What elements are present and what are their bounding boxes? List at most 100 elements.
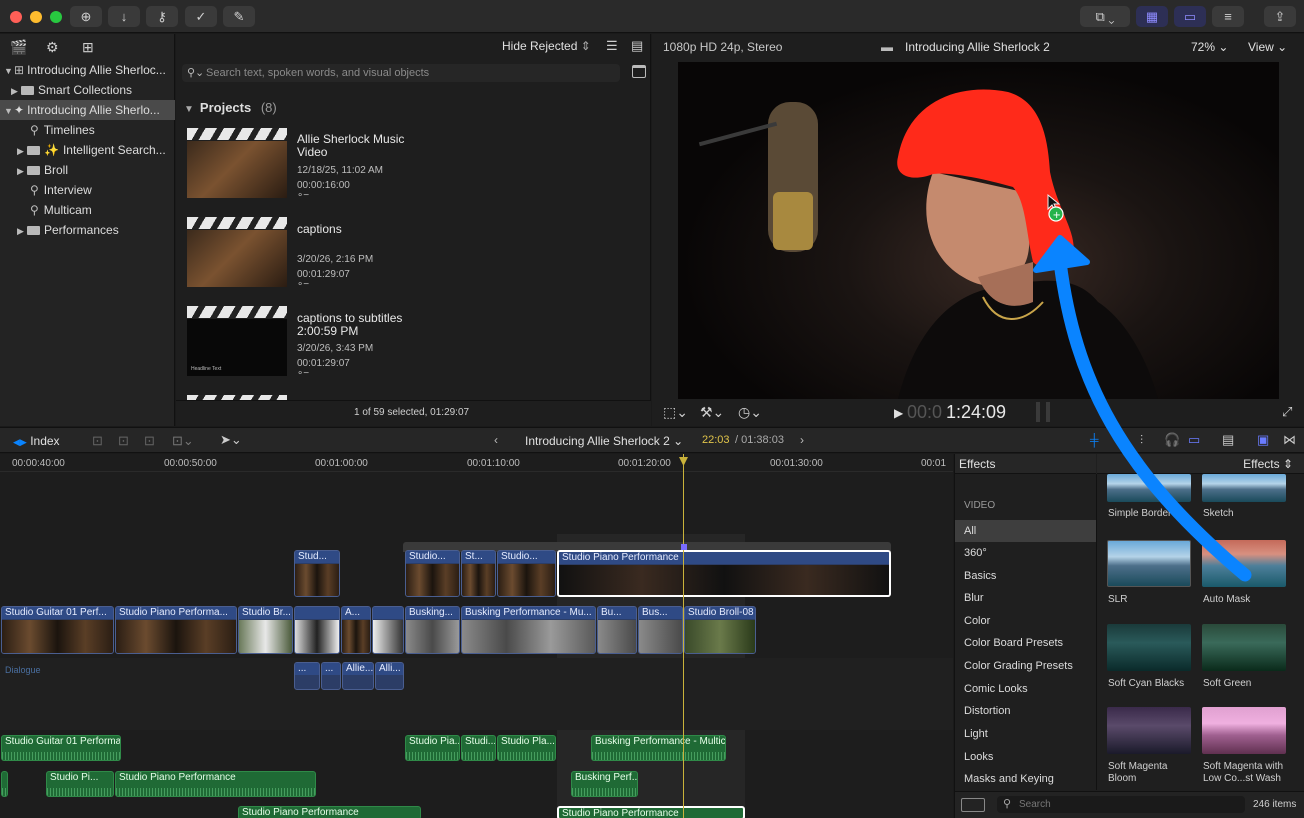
connected-clip[interactable]: Studio... <box>405 550 460 597</box>
dialogue-clip[interactable]: Allie... <box>342 662 374 690</box>
disclosure-closed-icon[interactable]: ▶ <box>17 141 27 160</box>
snapping-button[interactable]: ╪ <box>1090 433 1099 447</box>
transitions-browser-button[interactable]: ⋈ <box>1283 432 1296 448</box>
sidebar-item-multicam[interactable]: ⚲ Multicam <box>0 200 175 220</box>
select-tool-button[interactable]: ➤⌄ <box>220 432 242 448</box>
audio-clip[interactable]: Studio Piano Performance <box>238 806 421 818</box>
effect-tile[interactable]: Soft Magenta Bloom <box>1107 707 1191 787</box>
disclosure-open-icon[interactable]: ▼ <box>4 101 14 120</box>
workspace-menu-button[interactable]: ⧉ ⌄ <box>1080 6 1130 27</box>
download-button[interactable]: ↓ <box>108 6 140 27</box>
keyword-button[interactable]: ⚷ <box>146 6 178 27</box>
skimming-button[interactable]: ▭ <box>1188 432 1200 448</box>
clip-filter-popup[interactable]: Hide Rejected ⇕ <box>502 39 591 53</box>
effects-category[interactable]: Looks <box>955 746 1096 768</box>
project-item[interactable]: Headline Text captions to subtitles 2:00… <box>187 306 437 382</box>
dialogue-clip[interactable]: ... <box>294 662 320 690</box>
projects-section-header[interactable]: ▼ Projects (8) <box>184 100 277 115</box>
effects-category[interactable]: All <box>955 520 1096 542</box>
zoom-window-button[interactable] <box>50 11 62 23</box>
disclosure-open-icon[interactable]: ▼ <box>4 61 14 80</box>
play-button[interactable]: ▶ <box>894 406 903 420</box>
minimize-window-button[interactable] <box>30 11 42 23</box>
effects-filter-popup[interactable]: Effects ⇕ <box>1243 457 1293 471</box>
dialogue-clip[interactable]: Alli... <box>375 662 404 690</box>
effect-tile[interactable]: Auto Mask <box>1202 540 1286 610</box>
primary-clip[interactable]: Bu... <box>597 606 637 654</box>
sidebar-toggle-button[interactable] <box>961 798 985 812</box>
sidebar-item-interview[interactable]: ⚲ Interview <box>0 180 175 200</box>
inspector-toggle-button[interactable]: ≡ <box>1212 6 1244 27</box>
search-input[interactable]: Search <box>1019 799 1051 810</box>
overwrite-edit-button[interactable]: ⊡⌄ <box>172 433 194 449</box>
enhance-tool-button[interactable]: ⚒⌄ <box>700 404 724 421</box>
retime-button[interactable]: ◷⌄ <box>738 404 762 421</box>
sidebar-item-performances[interactable]: ▶ Performances <box>0 220 175 240</box>
filter-window-button[interactable] <box>632 65 646 78</box>
audio-clip[interactable]: Studio Pla... <box>497 735 556 761</box>
fullscreen-button[interactable]: ⤢ <box>1282 404 1292 420</box>
background-tasks-button[interactable]: ✓ <box>185 6 217 27</box>
libraries-tab-icon[interactable]: 🎬 <box>10 39 27 56</box>
color-edit-button[interactable]: ✎ <box>223 6 255 27</box>
sidebar-item-smart-collections[interactable]: ▶ Smart Collections <box>0 80 175 100</box>
effect-tile[interactable]: Soft Cyan Blacks <box>1107 624 1191 694</box>
browser-search-field[interactable]: ⚲⌄ Search text, spoken words, and visual… <box>182 64 620 82</box>
connect-edit-button[interactable]: ⊡ <box>92 433 103 449</box>
audio-skimming-button[interactable]: ⫶ <box>1140 433 1143 448</box>
dialogue-clip[interactable]: ... <box>321 662 341 690</box>
selected-audio-clip[interactable]: Studio Piano Performance <box>557 806 745 818</box>
audio-clip[interactable]: Busking Perf... <box>571 771 638 797</box>
effect-tile[interactable]: Soft Green <box>1202 624 1286 694</box>
audio-clip[interactable]: Studio Pia... <box>405 735 460 761</box>
playhead[interactable] <box>683 454 684 818</box>
browser-toggle-button[interactable]: ▦ <box>1136 6 1168 27</box>
disclosure-closed-icon[interactable]: ▶ <box>17 221 27 240</box>
disclosure-closed-icon[interactable]: ▶ <box>17 161 27 180</box>
primary-clip[interactable]: Busking... <box>405 606 460 654</box>
transform-tool-button[interactable]: ⬚⌄ <box>663 404 688 421</box>
effect-tile[interactable]: SLR <box>1107 540 1191 610</box>
connected-clip[interactable]: Stud... <box>294 550 340 597</box>
primary-clip[interactable]: Studio Piano Performa... <box>115 606 237 654</box>
effects-category[interactable]: Masks and Keying <box>955 768 1096 790</box>
audio-clip[interactable]: Studio Guitar 01 Performa... <box>1 735 121 761</box>
selected-clip[interactable]: Studio Piano Performance <box>557 550 891 597</box>
effects-category[interactable]: 360° <box>955 542 1096 564</box>
effects-category[interactable]: Blur <box>955 587 1096 609</box>
close-window-button[interactable] <box>10 11 22 23</box>
effect-tile[interactable]: Simple Border <box>1107 474 1191 544</box>
clip-appearance-button[interactable]: ☰ <box>606 38 618 54</box>
sidebar-item-event[interactable]: ▼✦ Introducing Allie Sherlo... <box>0 100 175 120</box>
back-button[interactable]: ‹ <box>494 433 498 447</box>
append-edit-button[interactable]: ⊡ <box>144 433 155 449</box>
primary-clip[interactable]: Studio Br... <box>238 606 293 654</box>
disclosure-closed-icon[interactable]: ▶ <box>11 81 21 100</box>
view-popup[interactable]: View ⌄ <box>1248 40 1287 54</box>
import-button[interactable]: ⊕ <box>70 6 102 27</box>
insert-edit-button[interactable]: ⊡ <box>118 433 129 449</box>
effects-search-field[interactable]: ⚲ Search <box>997 796 1245 813</box>
browser-view-button[interactable]: ▤ <box>631 38 643 54</box>
index-button[interactable]: ◀▶ Index <box>13 434 60 448</box>
clip-appearance-button[interactable]: ▤ <box>1222 432 1234 448</box>
effects-category[interactable]: Color <box>955 610 1096 632</box>
connected-clip[interactable]: St... <box>461 550 496 597</box>
primary-clip[interactable]: Busking Performance - Mu... <box>461 606 596 654</box>
project-item[interactable]: Allie Sherlock Music Video 12/18/25, 11:… <box>187 128 437 204</box>
titles-tab-icon[interactable]: ⊞ <box>82 39 94 56</box>
effects-category[interactable]: Color Grading Presets <box>955 655 1096 677</box>
connected-clip[interactable]: Studio... <box>497 550 556 597</box>
search-input[interactable]: Search text, spoken words, and visual ob… <box>206 67 429 79</box>
timeline-ruler[interactable]: 00:00:40:00 00:00:50:00 00:01:00:00 00:0… <box>0 454 953 472</box>
forward-button[interactable]: › <box>800 433 804 447</box>
primary-clip[interactable]: A... <box>341 606 371 654</box>
effect-tile[interactable]: Sketch <box>1202 474 1286 544</box>
effects-category[interactable]: Light <box>955 723 1096 745</box>
audio-clip[interactable]: Studio Piano Performance <box>115 771 316 797</box>
primary-clip[interactable] <box>372 606 404 654</box>
project-item[interactable]: captions 3/20/26, 2:16 PM 00:01:29:07 ∘− <box>187 217 437 293</box>
effects-category[interactable]: Color Board Presets <box>955 632 1096 654</box>
audio-clip[interactable]: Busking Performance - Multic... <box>591 735 726 761</box>
audio-clip[interactable] <box>1 771 8 797</box>
